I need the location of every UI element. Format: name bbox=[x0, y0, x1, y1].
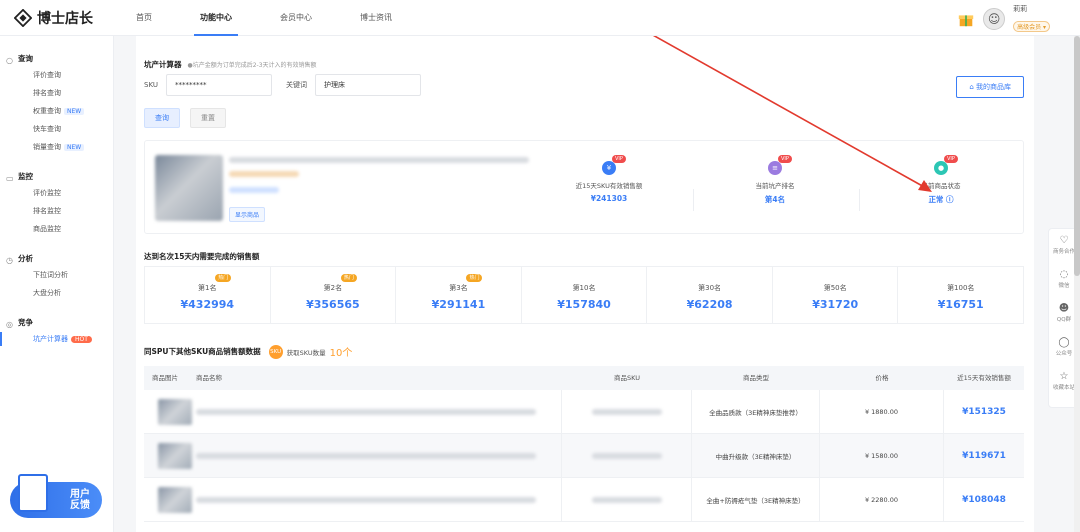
stat-rank: ≡ VIP 当前坑产排名 第4名 bbox=[755, 155, 795, 204]
product-thumbnail bbox=[158, 486, 192, 513]
sku-input[interactable]: ********* bbox=[165, 74, 272, 96]
table-row[interactable]: 全曲品质款（3E精神床垫推荐） ¥ 1880.00 ¥151325 bbox=[144, 389, 1024, 434]
user-name[interactable]: 莉莉 bbox=[1013, 5, 1050, 14]
scrollbar-thumb[interactable] bbox=[1074, 36, 1080, 276]
product-title-blurred bbox=[229, 157, 529, 163]
stat-sales: ¥ VIP 近15天SKU有效销售额 ¥241303 bbox=[575, 155, 643, 203]
sidebar-item-pit-calculator[interactable]: 坑产计算器 HOT bbox=[0, 330, 113, 348]
page-title: 坑产计算器 bbox=[144, 60, 182, 69]
rank-cell: 热门 第1名 ¥432994 bbox=[145, 267, 271, 323]
rank-icon: ≡ VIP bbox=[768, 155, 792, 175]
sidebar-group-title: ○ 查询 bbox=[0, 52, 113, 66]
sidebar-item-review-monitor[interactable]: 评价监控 bbox=[0, 184, 113, 202]
gift-icon[interactable] bbox=[957, 10, 975, 28]
yen-icon: ¥ VIP bbox=[602, 155, 626, 175]
logo[interactable]: 博士店长 bbox=[14, 8, 93, 28]
form-actions: 查询 重置 bbox=[144, 108, 226, 128]
top-bar: 博士店长 首页 功能中心 会员中心 博士资讯 ☺ 莉莉 高级会员 ▾ bbox=[0, 0, 1080, 36]
product-price-blurred bbox=[229, 171, 299, 177]
new-badge: NEW bbox=[64, 108, 85, 115]
logo-text: 博士店长 bbox=[37, 11, 93, 27]
avatar[interactable]: ☺ bbox=[983, 8, 1006, 30]
status-icon: ● VIP bbox=[934, 155, 958, 175]
sidebar-item-market-analysis[interactable]: 大盘分析 bbox=[0, 284, 113, 302]
sku-label: SKU bbox=[144, 81, 158, 89]
sku-icon: SKU bbox=[268, 344, 283, 359]
my-product-library-button[interactable]: ⌂ 我的商品库 bbox=[956, 76, 1024, 98]
query-button[interactable]: 查询 bbox=[144, 108, 180, 128]
page-scrollbar[interactable] bbox=[1074, 36, 1080, 532]
sku-count: SKU 获取SKU数量 10个 bbox=[268, 344, 353, 359]
nav-news[interactable]: 博士资讯 bbox=[360, 0, 392, 36]
keyword-input[interactable]: 护理床 bbox=[314, 74, 421, 96]
sidebar-item-rank-monitor[interactable]: 排名监控 bbox=[0, 202, 113, 220]
lock-icon: ⌂ bbox=[969, 83, 976, 91]
sku-section-title: 同SPU下其他SKU商品销售额数据 bbox=[144, 347, 261, 356]
sidebar-item-sales-query[interactable]: 销量查询 NEW bbox=[0, 138, 113, 156]
logo-icon bbox=[14, 9, 32, 27]
sidebar-item-rank-query[interactable]: 排名查询 bbox=[0, 84, 113, 102]
reset-button[interactable]: 重置 bbox=[190, 108, 226, 128]
rank-cell: 第30名 ¥62208 bbox=[647, 267, 773, 323]
sidebar-group-title: ▭ 监控 bbox=[0, 170, 113, 184]
main-content: 坑产计算器 ●坑产金额为订单完成后2-3天计入的有效销售额 SKU *******… bbox=[136, 36, 1034, 532]
keyword-label: 关键词 bbox=[285, 81, 307, 89]
nav-home[interactable]: 首页 bbox=[136, 0, 152, 36]
rank-cell: 第50名 ¥31720 bbox=[773, 267, 899, 323]
sidebar-group-query: ○ 查询 评价查询 排名查询 权重查询 NEW 快车查询 销量查询 NEW bbox=[0, 52, 113, 156]
product-thumbnail bbox=[158, 398, 192, 425]
show-product-button[interactable]: 显示商品 bbox=[229, 207, 266, 222]
sidebar-item-review-query[interactable]: 评价查询 bbox=[0, 66, 113, 84]
document-icon bbox=[18, 474, 48, 512]
sidebar-group-title: ◎ 竞争 bbox=[0, 316, 113, 330]
sidebar-item-dropdown-analysis[interactable]: 下拉词分析 bbox=[0, 266, 113, 284]
search-form: SKU ********* 关键词 护理床 bbox=[144, 74, 421, 96]
sku-count-value: 10个 bbox=[329, 348, 353, 359]
calculator-hint: ●坑产金额为订单完成后2-3天计入的有效销售额 bbox=[187, 62, 317, 69]
sidebar-group-compete: ◎ 竞争 坑产计算器 HOT bbox=[0, 316, 113, 348]
product-thumbnail bbox=[158, 442, 192, 469]
main-nav: 首页 功能中心 会员中心 博士资讯 bbox=[136, 0, 440, 36]
new-badge: NEW bbox=[64, 144, 85, 151]
feedback-button[interactable]: 用户 反馈 bbox=[10, 474, 102, 518]
sku-section-header: 同SPU下其他SKU商品销售额数据 SKU 获取SKU数量 10个 bbox=[144, 344, 352, 359]
rank-cell: 第100名 ¥16751 bbox=[937, 284, 984, 311]
rank-cell: 第10名 ¥157840 bbox=[522, 267, 648, 323]
sku-table: 商品图片 商品名称 商品SKU 商品类型 价格 近15天有效销售额 全曲品质款（… bbox=[144, 366, 1024, 522]
rank-cell: 热门 第3名 ¥291141 bbox=[396, 267, 522, 323]
sidebar-group-title: ◷ 分析 bbox=[0, 252, 113, 266]
rank-section-title: 达到名次15天内需要完成的销售额 bbox=[144, 252, 260, 261]
table-row[interactable]: 中曲升级款（3E精神床垫） ¥ 1580.00 ¥119671 bbox=[144, 433, 1024, 478]
product-image bbox=[155, 155, 223, 221]
product-card: 显示商品 ¥ VIP 近15天SKU有效销售额 ¥241303 ≡ VIP 当前坑产… bbox=[144, 140, 1024, 234]
stat-status: ● VIP 当前商品状态 正常 ⓘ bbox=[921, 155, 961, 204]
rank-table: 热门 第1名 ¥432994 热门 第2名 ¥356565 热门 第3名 ¥291141 第… bbox=[144, 266, 1024, 324]
sidebar-item-express-query[interactable]: 快车查询 bbox=[0, 120, 113, 138]
nav-member-center[interactable]: 会员中心 bbox=[280, 0, 312, 36]
sidebar-group-monitor: ▭ 监控 评价监控 排名监控 商品监控 bbox=[0, 170, 113, 238]
user-area: ☺ 莉莉 高级会员 ▾ bbox=[957, 5, 1050, 33]
sidebar-item-weight-query[interactable]: 权重查询 NEW bbox=[0, 102, 113, 120]
nav-function-center[interactable]: 功能中心 bbox=[194, 0, 238, 36]
sidebar-item-product-monitor[interactable]: 商品监控 bbox=[0, 220, 113, 238]
rank-cell: 热门 第2名 ¥356565 bbox=[271, 267, 397, 323]
hot-badge: HOT bbox=[71, 336, 92, 343]
table-row[interactable]: 全曲+防褥疮气垫（3E精神床垫） ¥ 2280.00 ¥108048 bbox=[144, 477, 1024, 522]
member-badge[interactable]: 高级会员 ▾ bbox=[1013, 21, 1050, 32]
sidebar-group-analysis: ◷ 分析 下拉词分析 大盘分析 bbox=[0, 252, 113, 302]
product-shop-blurred bbox=[229, 187, 279, 193]
calculator-header: 坑产计算器 ●坑产金额为订单完成后2-3天计入的有效销售额 bbox=[144, 52, 317, 71]
sidebar: ○ 查询 评价查询 排名查询 权重查询 NEW 快车查询 销量查询 NEW ▭ 监控 评… bbox=[0, 36, 114, 532]
table-header: 商品图片 商品名称 商品SKU 商品类型 价格 近15天有效销售额 bbox=[144, 366, 1024, 390]
